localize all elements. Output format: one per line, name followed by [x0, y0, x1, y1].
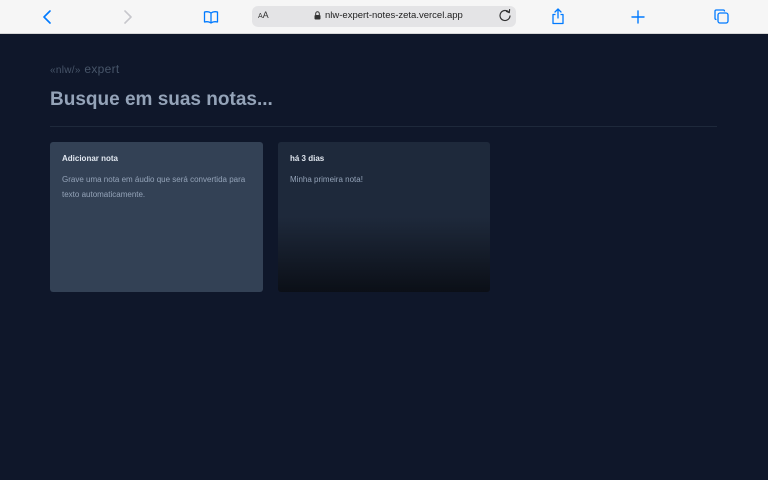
- search-input[interactable]: [50, 89, 650, 111]
- address-bar[interactable]: AA nlw-expert-notes-zeta.vercel.app: [252, 6, 516, 27]
- browser-toolbar: AA nlw-expert-notes-zeta.vercel.app: [0, 0, 768, 34]
- chevron-left-icon: [43, 9, 51, 24]
- note-content: Minha primeira nota!: [290, 175, 363, 184]
- bookmarks-button[interactable]: [196, 0, 226, 33]
- forward-button[interactable]: [113, 0, 143, 33]
- plus-icon: [631, 9, 645, 24]
- share-button[interactable]: [543, 0, 573, 33]
- add-note-title: Adicionar nota: [62, 154, 119, 163]
- aa-large-label: A: [262, 10, 269, 20]
- add-note-card[interactable]: Adicionar nota Grave uma nota em áudio q…: [50, 142, 263, 292]
- url-text: nlw-expert-notes-zeta.vercel.app: [325, 10, 463, 21]
- logo-brackets: «nlw/»: [50, 65, 81, 76]
- lock-icon: [314, 11, 321, 20]
- reload-button[interactable]: [498, 8, 512, 26]
- back-button[interactable]: [32, 0, 62, 33]
- note-card[interactable]: há 3 dias Minha primeira nota!: [278, 142, 490, 292]
- reload-icon: [499, 9, 511, 22]
- add-note-description: Grave uma nota em áudio que será convert…: [62, 175, 246, 199]
- logo-word: expert: [84, 62, 120, 76]
- url-display[interactable]: nlw-expert-notes-zeta.vercel.app: [314, 10, 484, 21]
- note-date: há 3 dias: [290, 154, 325, 163]
- chevron-right-icon: [124, 9, 132, 24]
- tabs-button[interactable]: [706, 0, 736, 33]
- reader-text-size-button[interactable]: AA: [258, 10, 269, 20]
- new-tab-button[interactable]: [623, 0, 653, 33]
- share-icon: [552, 8, 564, 25]
- book-icon: [203, 10, 219, 24]
- tabs-icon: [713, 9, 729, 24]
- page-content: «nlw/» expert Adicionar nota Grave uma n…: [0, 34, 768, 480]
- divider: [50, 126, 717, 127]
- nlw-expert-logo: «nlw/» expert: [50, 62, 120, 76]
